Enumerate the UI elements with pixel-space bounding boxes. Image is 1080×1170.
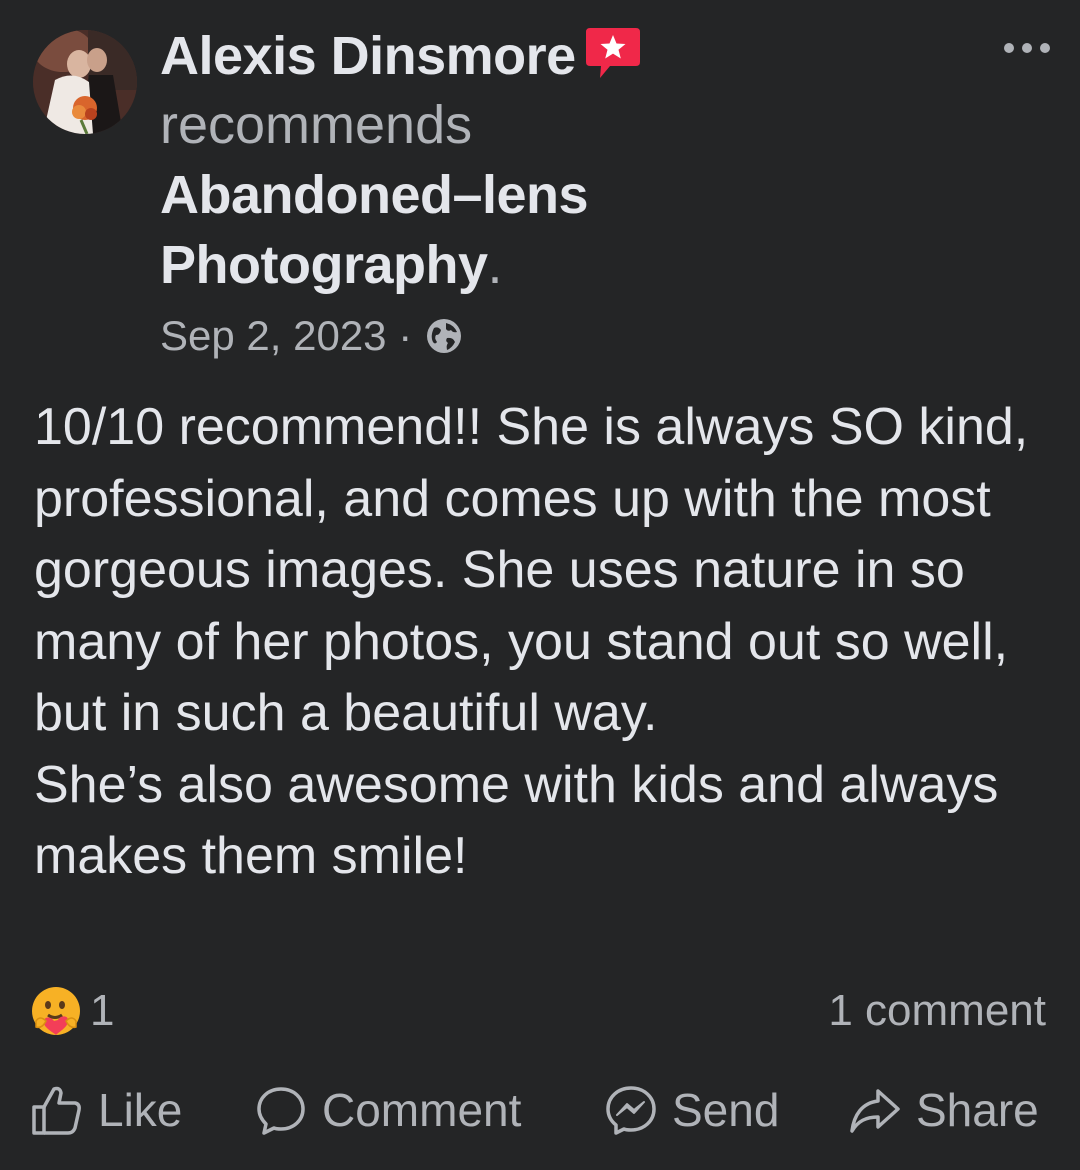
post-card: Alexis Dinsmore recommends Abandoned–len…	[0, 0, 1080, 1170]
care-emoji-icon	[30, 985, 82, 1037]
recommends-label: recommends	[160, 95, 473, 155]
action-bar: Like Comment Send Share	[0, 1080, 1080, 1140]
post-meta: Sep 2, 2023 ·	[160, 308, 960, 364]
reaction-count: 1	[90, 986, 115, 1035]
like-label: Like	[98, 1084, 183, 1136]
avatar-photo	[33, 30, 137, 134]
recommendation-star-icon	[584, 24, 642, 82]
author-name[interactable]: Alexis Dinsmore	[160, 26, 576, 86]
like-button[interactable]: Like	[30, 1080, 182, 1140]
more-options-icon[interactable]	[1002, 36, 1052, 60]
page-name-period: .	[487, 235, 503, 295]
speech-bubble-icon	[257, 1087, 305, 1135]
author-avatar[interactable]	[33, 30, 137, 134]
share-label: Share	[916, 1084, 1039, 1136]
share-arrow-icon	[850, 1089, 900, 1133]
post-body: 10/10 recommend!! She is always SO kind,…	[34, 398, 1029, 885]
comment-label: Comment	[322, 1084, 522, 1136]
page-name-line2[interactable]: Photography	[160, 235, 488, 295]
page-name-line1[interactable]: Abandoned–lens	[160, 165, 589, 225]
send-label: Send	[672, 1084, 780, 1136]
thumbs-up-icon	[32, 1086, 81, 1135]
send-button[interactable]: Send	[604, 1080, 779, 1140]
recommended-page-name[interactable]: Abandoned–lens Photography.	[160, 160, 960, 300]
post-header: Alexis Dinsmore recommends Abandoned–len…	[160, 22, 960, 364]
reaction-summary[interactable]: 1	[30, 984, 114, 1038]
meta-separator: ·	[386, 312, 424, 359]
author-line: Alexis Dinsmore	[160, 22, 960, 90]
messenger-icon	[606, 1086, 656, 1135]
share-button[interactable]: Share	[848, 1080, 1039, 1140]
comment-button[interactable]: Comment	[254, 1080, 521, 1140]
globe-icon[interactable]	[424, 314, 464, 354]
comment-count-link[interactable]: 1 comment	[828, 984, 1046, 1038]
post-date[interactable]: Sep 2, 2023	[160, 312, 387, 359]
